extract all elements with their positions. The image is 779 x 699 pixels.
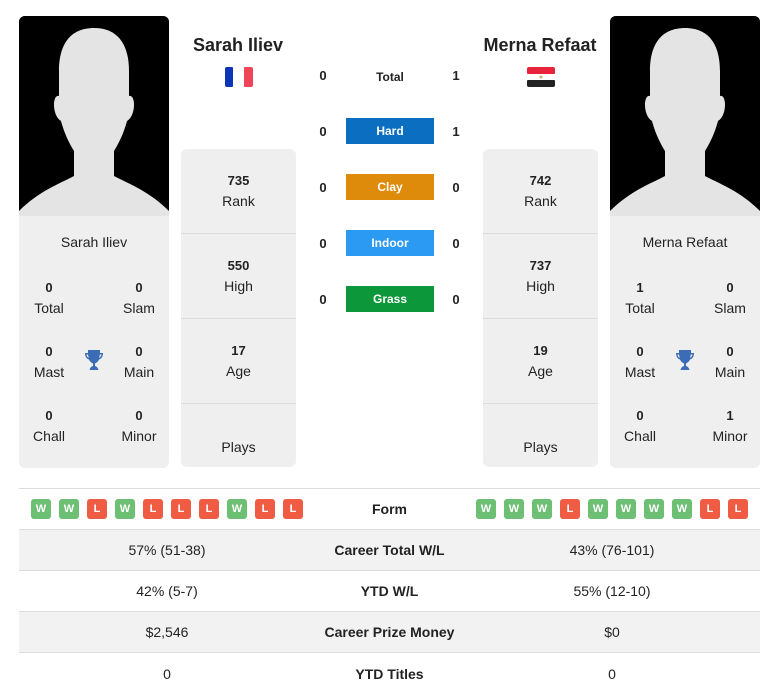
player2-high: 737 High [483,234,598,319]
player2-form-badge[interactable]: L [700,499,720,519]
player1-form-badge[interactable]: L [283,499,303,519]
player1-form-badge[interactable]: L [199,499,219,519]
player2-form-badge[interactable]: L [728,499,748,519]
player1-main-titles: 0 Main [123,344,155,380]
player2-card-name: Merna Refaat [642,234,728,250]
player1-high: 550 High [181,234,296,319]
egypt-flag-icon [527,67,555,87]
player2-photo [610,16,760,216]
player1-minor-titles: 0 Minor [121,408,157,444]
player2-rank: 742 Rank [483,149,598,234]
player1-slam-titles: 0 Slam [123,280,155,316]
player1-form-badge[interactable]: W [115,499,135,519]
h2h-p1-total: 0 [319,68,327,83]
player2-form-badge[interactable]: W [504,499,524,519]
player1-value: 42% (5-7) [136,583,198,599]
player1-value: $2,546 [145,624,189,640]
player2-form-badge[interactable]: W [532,499,552,519]
trophy-icon [673,348,697,372]
player2-form: WWWLWWWWLL [464,499,760,519]
player2-form-badge[interactable]: W [476,499,496,519]
avatar-silhouette-icon [610,16,760,216]
player1-form: WWLWLLLWLL [19,499,315,519]
player1-total-titles: 0 Total [34,280,64,316]
player2-name-heading[interactable]: Merna Refaat [465,35,615,56]
player1-form-badge[interactable]: L [255,499,275,519]
player2-main-titles: 0 Main [714,344,746,380]
player1-mast-titles: 0 Mast [33,344,65,380]
player2-form-badge[interactable]: L [560,499,580,519]
player1-name-heading[interactable]: Sarah Iliev [163,35,313,56]
player2-form-badge[interactable]: W [672,499,692,519]
player1-photo [19,16,169,216]
france-flag-icon [225,67,253,87]
row-label: Career Prize Money [324,624,455,640]
table-row: 0 YTD Titles 0 [19,653,760,694]
row-label: YTD Titles [355,665,424,682]
surface-hard[interactable]: Hard [346,118,434,144]
player1-form-badge[interactable]: L [171,499,191,519]
form-row: WWLWLLLWLL Form WWWLWWWWLL [19,489,760,530]
h2h-p1-grass: 0 [319,292,327,307]
surface-clay[interactable]: Clay [346,174,434,200]
player2-form-badge[interactable]: W [616,499,636,519]
surface-indoor[interactable]: Indoor [346,230,434,256]
player2-stats: 742 Rank 737 High 19 Age Plays [483,149,598,467]
player2-value: $0 [604,624,620,640]
player1-chall-titles: 0 Chall [33,408,65,444]
player1-value: 57% (51-38) [128,542,206,558]
player1-form-badge[interactable]: W [31,499,51,519]
player1-form-badge[interactable]: W [227,499,247,519]
player2-form-badge[interactable]: W [644,499,664,519]
h2h-p1-indoor: 0 [319,236,327,251]
player2-slam-titles: 0 Slam [714,280,746,316]
player1-rank: 735 Rank [181,149,296,234]
h2h-p2-indoor: 0 [452,236,460,251]
player1-stats: 735 Rank 550 High 17 Age Plays [181,149,296,467]
h2h-p2-grass: 0 [452,292,460,307]
player1-age: 17 Age [181,319,296,404]
player1-form-badge[interactable]: L [143,499,163,519]
player2-mast-titles: 0 Mast [624,344,656,380]
row-label: YTD W/L [360,583,419,599]
player1-plays: Plays [221,438,256,455]
surface-total: Total [376,70,404,84]
player1-titles-card: Sarah Iliev 0 Total 0 Slam 0 Mast 0 Main 0 Ch… [19,216,169,468]
player2-age: 19 Age [483,319,598,404]
h2h-p2-hard: 1 [452,124,460,139]
player2-minor-titles: 1 Minor [712,408,748,444]
h2h-p2-clay: 0 [452,180,460,195]
h2h-p1-clay: 0 [319,180,327,195]
h2h-p2-total: 1 [452,68,460,83]
trophy-icon [82,348,106,372]
player2-total-titles: 1 Total [625,280,655,316]
avatar-silhouette-icon [19,16,169,216]
player2-value: 0 [608,665,616,682]
table-row: 57% (51-38) Career Total W/L 43% (76-101) [19,530,760,571]
player2-value: 43% (76-101) [569,542,655,558]
comparison-table: WWLWLLLWLL Form WWWLWWWWLL 57% (51-38) Ca… [19,488,760,694]
player2-value: 55% (12-10) [573,583,651,599]
h2h-p1-hard: 0 [319,124,327,139]
player1-form-badge[interactable]: L [87,499,107,519]
row-label: Career Total W/L [334,542,445,558]
form-label: Form [372,501,407,517]
table-row: 42% (5-7) YTD W/L 55% (12-10) [19,571,760,612]
player2-plays: Plays [523,438,558,455]
player2-chall-titles: 0 Chall [624,408,656,444]
player1-value: 0 [163,665,171,682]
surface-grass[interactable]: Grass [346,286,434,312]
player1-card-name: Sarah Iliev [60,234,128,250]
player2-titles-card: Merna Refaat 1 Total 0 Slam 0 Mast 0 Main 0C… [610,216,760,468]
table-row: $2,546 Career Prize Money $0 [19,612,760,653]
player1-form-badge[interactable]: W [59,499,79,519]
player2-form-badge[interactable]: W [588,499,608,519]
